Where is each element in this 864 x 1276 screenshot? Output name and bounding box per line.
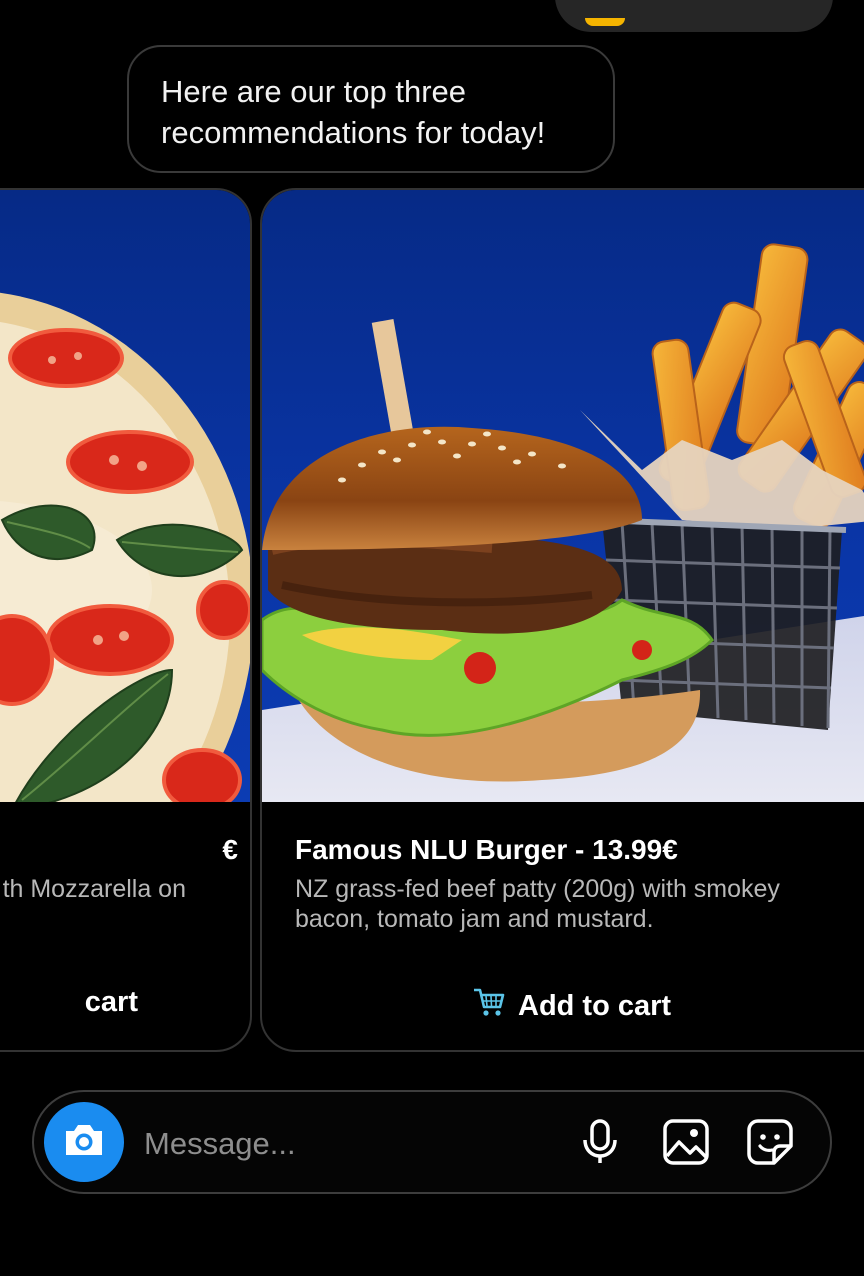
add-to-cart-label: cart — [84, 986, 138, 1018]
microphone-icon — [580, 1118, 620, 1171]
product-card-burger[interactable]: Famous NLU Burger - 13.99€ NZ grass-fed … — [260, 188, 864, 1052]
message-composer — [32, 1090, 832, 1194]
product-title: Famous NLU Burger - 13.99€ — [295, 834, 678, 865]
camera-icon — [62, 1121, 106, 1164]
add-to-cart-button[interactable]: cart — [85, 986, 138, 1019]
previous-message-bubble — [555, 0, 833, 32]
product-description: th Mozzarella on — [2, 875, 186, 903]
add-to-cart-button[interactable]: Add to cart — [472, 986, 671, 1026]
shopping-cart-icon — [472, 986, 506, 1026]
sticker-button[interactable] — [742, 1116, 798, 1172]
gallery-icon — [662, 1118, 710, 1171]
emoji-icon — [585, 18, 625, 26]
camera-button[interactable] — [44, 1102, 124, 1182]
add-to-cart-label: Add to cart — [518, 989, 672, 1022]
pizza-image — [0, 190, 250, 802]
product-title: € — [222, 834, 238, 865]
bot-message-text: Here are our top three recommendations f… — [161, 74, 546, 150]
burger-image — [262, 190, 864, 802]
product-card-pizza[interactable]: € th Mozzarella on cart — [0, 188, 252, 1052]
message-input[interactable] — [142, 1118, 546, 1170]
sticker-icon — [746, 1118, 794, 1171]
bot-message-bubble: Here are our top three recommendations f… — [127, 45, 615, 173]
product-description: NZ grass-fed beef patty (200g) with smok… — [295, 875, 780, 933]
gallery-button[interactable] — [658, 1116, 714, 1172]
voice-message-button[interactable] — [572, 1116, 628, 1172]
chat-screen: Here are our top three recommendations f… — [0, 0, 864, 1276]
